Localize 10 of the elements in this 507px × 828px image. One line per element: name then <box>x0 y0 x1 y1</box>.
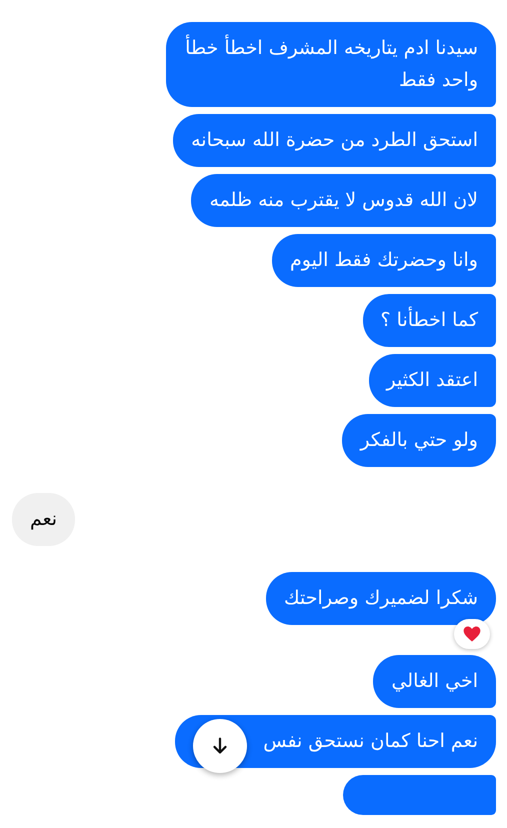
sent-message: ولو حتي بالفكر <box>342 414 496 467</box>
sent-message: استحق الطرد من حضرة الله سبحانه <box>173 114 496 167</box>
sent-message: شكرا لضميرك وصراحتك <box>266 572 496 625</box>
sent-message: سيدنا ادم يتاريخه المشرف اخطأ خطأ واحد فقط <box>166 22 496 107</box>
sent-message: اعتقد الكثير <box>368 354 496 407</box>
sent-message: لان الله قدوس لا يقترب منه ظلمه <box>191 174 496 227</box>
sent-message: اخي الغالي <box>373 655 496 708</box>
sent-message: وانا وحضرتك فقط اليوم <box>272 234 496 287</box>
sent-message: كما اخطأنا ؟ <box>362 294 496 347</box>
received-message: نعم <box>12 493 76 546</box>
